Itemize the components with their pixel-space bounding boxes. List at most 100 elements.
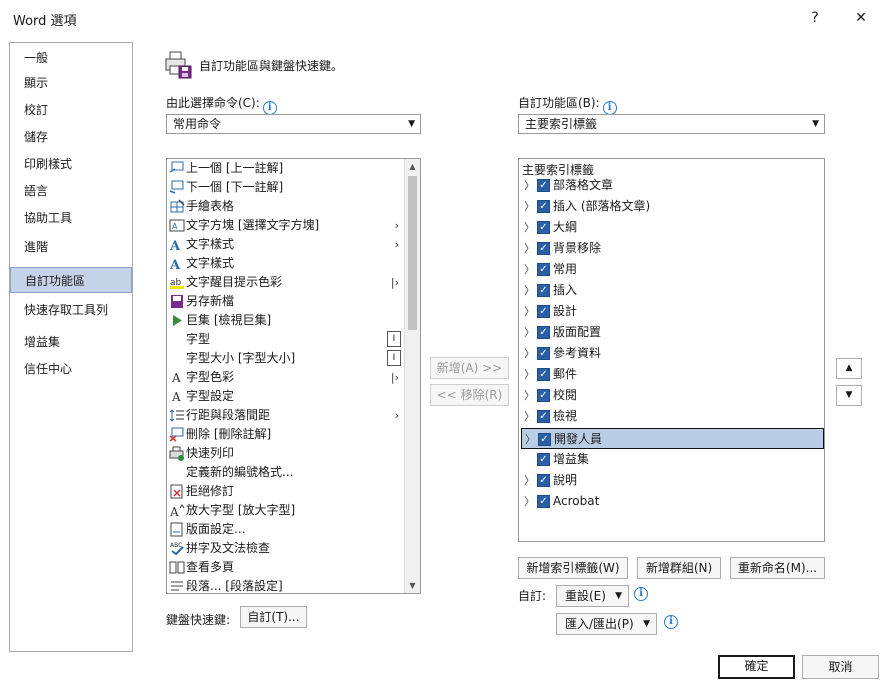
list-item[interactable]: 下一個 [下一註解]: [169, 178, 403, 197]
list-item[interactable]: 另存新檔: [169, 292, 403, 311]
list-item[interactable]: A 字型色彩 |›: [169, 368, 403, 387]
list-item[interactable]: ABC 拼字及文法檢查: [169, 539, 403, 558]
list-item[interactable]: ab 文字醒目提示色彩 |›: [169, 273, 403, 292]
nav-item-display[interactable]: 顯示: [10, 70, 132, 96]
nav-item-quick-access[interactable]: 快速存取工具列: [10, 297, 132, 323]
checkbox-checked[interactable]: ✓: [537, 453, 550, 466]
ok-button[interactable]: 確定: [718, 655, 795, 679]
scroll-up-icon[interactable]: ▲: [405, 159, 420, 174]
cancel-button[interactable]: 取消: [802, 655, 879, 679]
list-item[interactable]: 刪除 [刪除註解]: [169, 425, 403, 444]
list-item[interactable]: 上一個 [上一註解]: [169, 159, 403, 178]
checkbox-checked[interactable]: ✓: [537, 221, 550, 234]
ribbon-tabs-tree[interactable]: 主要索引標籤 〉 ✓ 部落格文章 〉 ✓ 插入 (部落格文章) 〉 ✓ 大綱 〉 ✓ 背景移除 …: [518, 158, 825, 542]
tree-item[interactable]: ✓ 增益集: [521, 449, 821, 470]
tree-item-selected[interactable]: 〉 ✓ 開發人員: [521, 428, 824, 449]
list-item[interactable]: A 文字方塊 [選擇文字方塊] ›: [169, 216, 403, 235]
chevron-right-icon[interactable]: 〉: [524, 385, 535, 406]
list-item[interactable]: 定義新的編號格式...: [169, 463, 403, 482]
choose-commands-dropdown[interactable]: 常用命令 ▼: [166, 114, 421, 134]
list-item[interactable]: 字型大小 [字型大小] I: [169, 349, 403, 368]
list-item[interactable]: A 放大字型 [放大字型]: [169, 501, 403, 520]
customize-ribbon-dropdown[interactable]: 主要索引標籤 ▼: [518, 114, 825, 134]
chevron-right-icon[interactable]: 〉: [524, 491, 535, 512]
chevron-right-icon[interactable]: 〉: [524, 217, 535, 238]
nav-item-save[interactable]: 儲存: [10, 124, 132, 150]
tree-item[interactable]: 〉 ✓ 部落格文章: [521, 175, 821, 196]
reset-dropdown-button[interactable]: 重設(E) ▼: [556, 585, 629, 607]
list-item[interactable]: 版面設定...: [169, 520, 403, 539]
commands-scrollbar[interactable]: ▲ ▼: [404, 159, 420, 593]
checkbox-checked[interactable]: ✓: [537, 368, 550, 381]
scroll-thumb[interactable]: [408, 176, 417, 330]
tree-item[interactable]: 〉 ✓ 說明: [521, 470, 821, 491]
list-item[interactable]: 查看多頁: [169, 558, 403, 577]
rename-button[interactable]: 重新命名(M)...: [730, 557, 825, 579]
info-icon[interactable]: i: [262, 101, 277, 115]
scroll-down-icon[interactable]: ▼: [405, 578, 420, 593]
chevron-right-icon[interactable]: 〉: [524, 322, 535, 343]
chevron-right-icon[interactable]: 〉: [524, 196, 535, 217]
checkbox-checked[interactable]: ✓: [537, 200, 550, 213]
nav-item-addins[interactable]: 增益集: [10, 329, 132, 355]
remove-button[interactable]: << 移除(R): [430, 384, 509, 406]
chevron-right-icon[interactable]: 〉: [524, 301, 535, 322]
tree-item[interactable]: 〉 ✓ 參考資料: [521, 343, 821, 364]
chevron-right-icon[interactable]: 〉: [525, 429, 536, 450]
checkbox-checked[interactable]: ✓: [537, 179, 550, 192]
list-item[interactable]: 手繪表格: [169, 197, 403, 216]
list-item[interactable]: 行距與段落間距 ›: [169, 406, 403, 425]
list-item[interactable]: 快速列印: [169, 444, 403, 463]
nav-item-language[interactable]: 語言: [10, 178, 132, 204]
list-item[interactable]: A 字型設定: [169, 387, 403, 406]
checkbox-checked[interactable]: ✓: [537, 305, 550, 318]
checkbox-checked[interactable]: ✓: [537, 347, 550, 360]
chevron-right-icon[interactable]: 〉: [524, 406, 535, 427]
list-item[interactable]: A 文字樣式 ›: [169, 235, 403, 254]
checkbox-checked[interactable]: ✓: [537, 242, 550, 255]
move-up-button[interactable]: ▲: [836, 358, 862, 379]
chevron-right-icon[interactable]: 〉: [524, 259, 535, 280]
tree-item[interactable]: 〉 ✓ 郵件: [521, 364, 821, 385]
checkbox-checked[interactable]: ✓: [537, 474, 550, 487]
list-item[interactable]: 段落... [段落設定]: [169, 577, 403, 593]
help-button[interactable]: ?: [801, 6, 829, 30]
tree-item[interactable]: 〉 ✓ 插入: [521, 280, 821, 301]
chevron-right-icon[interactable]: 〉: [524, 238, 535, 259]
list-item[interactable]: A 文字樣式: [169, 254, 403, 273]
tree-item[interactable]: 〉 ✓ 插入 (部落格文章): [521, 196, 821, 217]
checkbox-checked[interactable]: ✓: [537, 284, 550, 297]
chevron-right-icon[interactable]: 〉: [524, 175, 535, 196]
customize-shortcut-button[interactable]: 自訂(T)...: [240, 606, 307, 628]
nav-item-advanced[interactable]: 進階: [10, 234, 132, 260]
list-item[interactable]: 巨集 [檢視巨集]: [169, 311, 403, 330]
import-export-dropdown-button[interactable]: 匯入/匯出(P) ▼: [556, 613, 657, 635]
checkbox-checked[interactable]: ✓: [537, 410, 550, 423]
tree-item[interactable]: 〉 ✓ 校閱: [521, 385, 821, 406]
new-group-button[interactable]: 新增群組(N): [637, 557, 721, 579]
list-item[interactable]: 拒絕修訂: [169, 482, 403, 501]
checkbox-checked[interactable]: ✓: [538, 433, 551, 446]
info-icon[interactable]: i: [634, 587, 648, 601]
chevron-right-icon[interactable]: 〉: [524, 364, 535, 385]
tree-item[interactable]: 〉 ✓ Acrobat: [521, 491, 821, 512]
close-button[interactable]: ✕: [847, 6, 875, 30]
checkbox-checked[interactable]: ✓: [537, 389, 550, 402]
tree-item[interactable]: 〉 ✓ 常用: [521, 259, 821, 280]
chevron-right-icon[interactable]: 〉: [524, 470, 535, 491]
checkbox-checked[interactable]: ✓: [537, 326, 550, 339]
tree-item[interactable]: 〉 ✓ 版面配置: [521, 322, 821, 343]
commands-list[interactable]: 上一個 [上一註解] 下一個 [下一註解] 手繪表格 A 文字方塊 [選擇文字方…: [166, 158, 421, 594]
tree-item[interactable]: 〉 ✓ 大綱: [521, 217, 821, 238]
nav-item-accessibility[interactable]: 協助工具: [10, 205, 132, 231]
nav-item-trust-center[interactable]: 信任中心: [10, 356, 132, 382]
nav-item-typography[interactable]: 印刷樣式: [10, 151, 132, 177]
tree-item[interactable]: 〉 ✓ 檢視: [521, 406, 821, 427]
list-item[interactable]: 字型 I: [169, 330, 403, 349]
tree-item[interactable]: 〉 ✓ 背景移除: [521, 238, 821, 259]
chevron-right-icon[interactable]: 〉: [524, 280, 535, 301]
info-icon[interactable]: i: [664, 615, 678, 629]
checkbox-checked[interactable]: ✓: [537, 263, 550, 276]
chevron-right-icon[interactable]: 〉: [524, 343, 535, 364]
new-tab-button[interactable]: 新增索引標籤(W): [518, 557, 628, 579]
